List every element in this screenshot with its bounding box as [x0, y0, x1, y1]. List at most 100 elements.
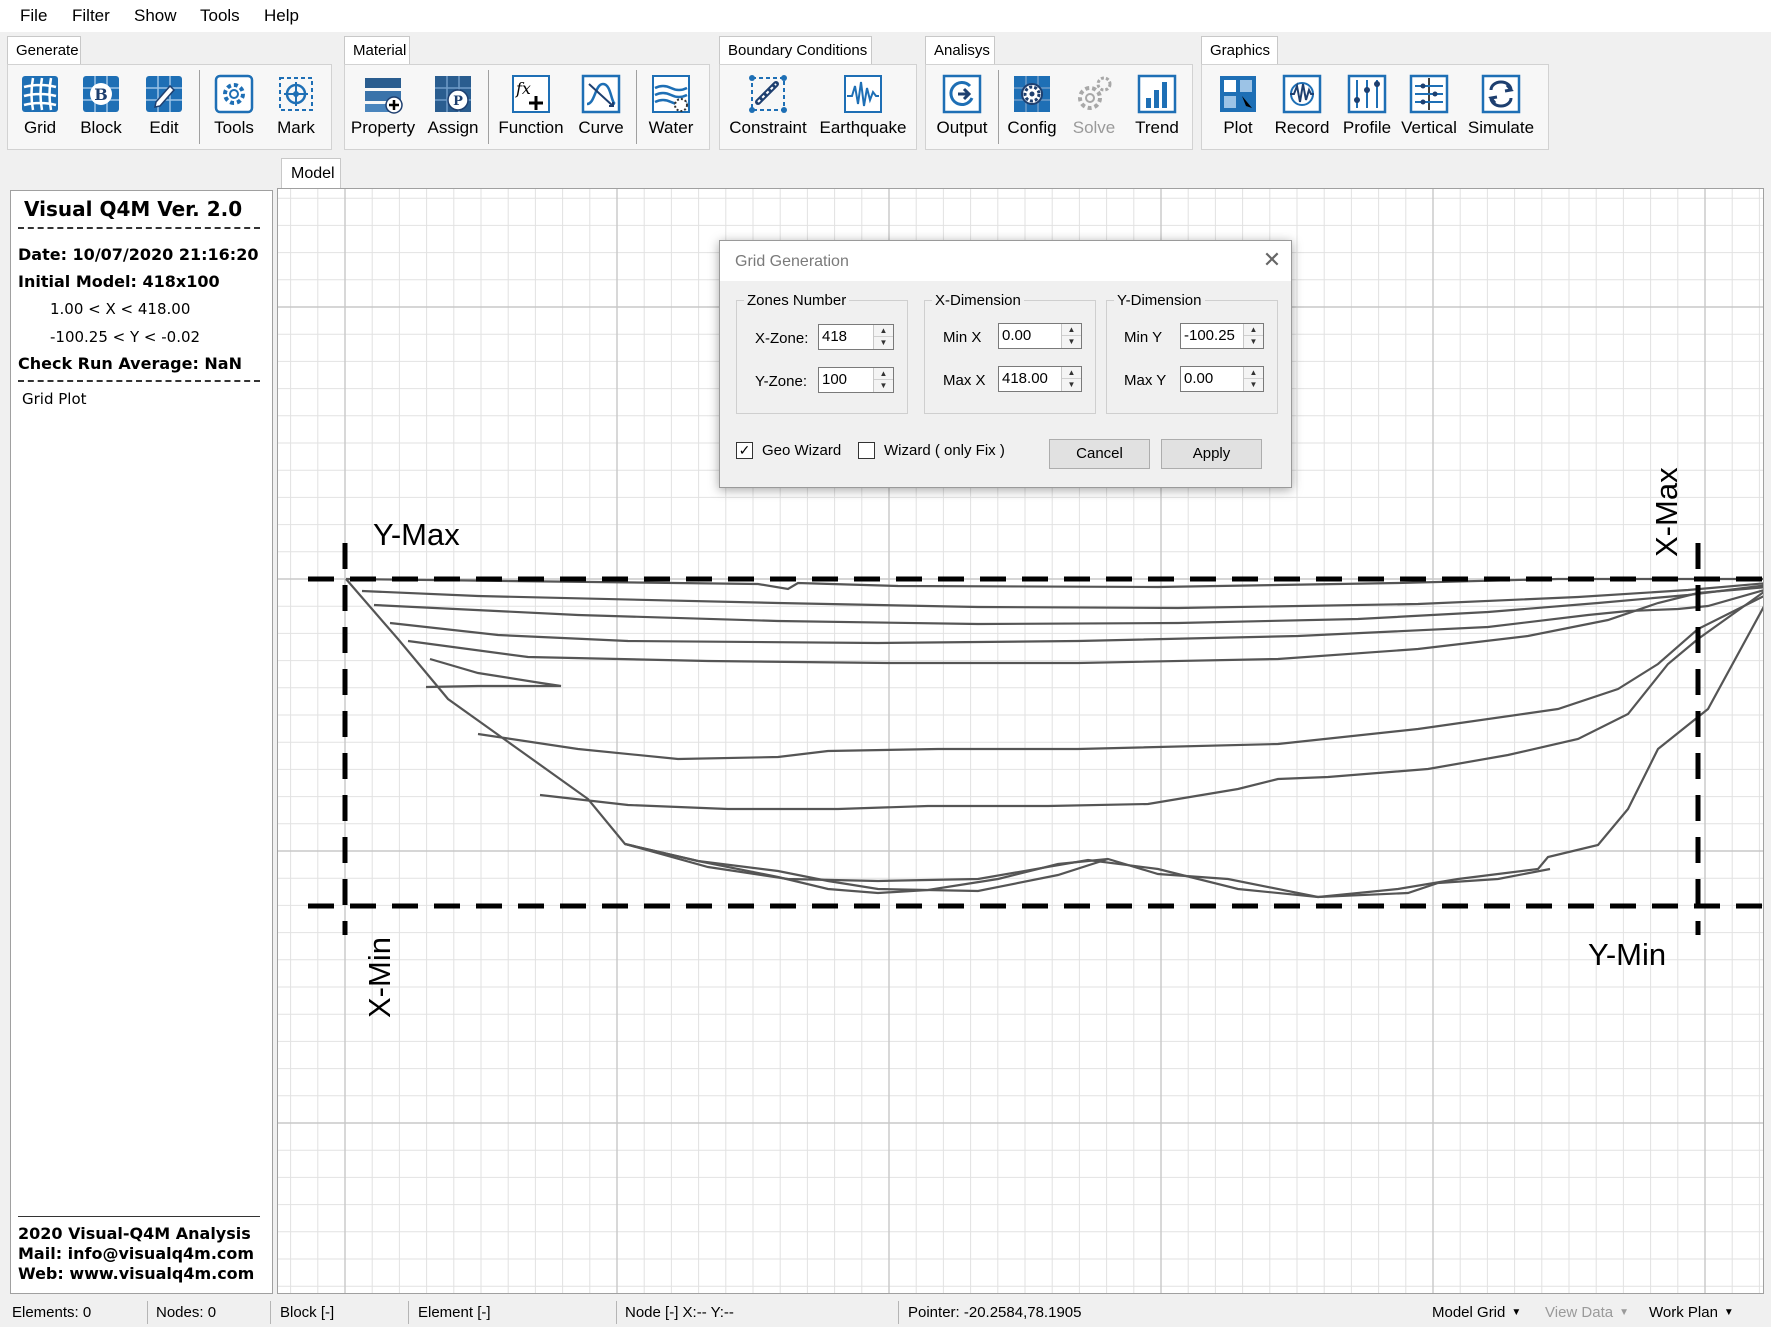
block-button[interactable]: B Block: [76, 74, 126, 144]
x-zone-spinner[interactable]: 418 ▲ ▼: [818, 324, 894, 350]
constraint-button[interactable]: Constraint: [728, 74, 808, 144]
zones-number-group: [736, 300, 908, 414]
tools-icon: [214, 74, 254, 114]
y-zone-spinner[interactable]: 100 ▲ ▼: [818, 367, 894, 393]
group-tab-graphics[interactable]: Graphics: [1201, 36, 1278, 64]
profile-button[interactable]: Profile: [1342, 74, 1392, 144]
trend-button[interactable]: Trend: [1134, 74, 1180, 144]
vertical-button-label: Vertical: [1401, 118, 1457, 137]
max-y-label: Max Y: [1124, 372, 1167, 389]
edit-button-label: Edit: [149, 118, 179, 137]
chevron-down-icon: ▼: [1723, 1307, 1734, 1318]
menu-filter[interactable]: Filter: [72, 6, 110, 26]
plot-button[interactable]: Plot: [1214, 74, 1262, 144]
menu-file[interactable]: File: [20, 6, 47, 26]
max-y-spinner[interactable]: 0.00 ▲ ▼: [1180, 366, 1264, 392]
spin-down-icon[interactable]: ▼: [874, 380, 893, 392]
tools-button[interactable]: Tools: [212, 74, 256, 144]
grid-button[interactable]: Grid: [16, 74, 64, 144]
min-y-label: Min Y: [1124, 329, 1163, 346]
spin-down-icon[interactable]: ▼: [1244, 379, 1263, 391]
x-zone-value[interactable]: 418: [822, 328, 847, 345]
divider: [18, 227, 260, 229]
work-plan-dropdown[interactable]: Work Plan ▼: [1649, 1304, 1734, 1321]
spin-down-icon[interactable]: ▼: [1062, 336, 1081, 348]
y-zone-value[interactable]: 100: [822, 371, 847, 388]
divider: [18, 380, 260, 382]
x-zone-label: X-Zone:: [755, 330, 809, 347]
profile-icon: [1347, 74, 1387, 114]
min-x-value[interactable]: 0.00: [1002, 327, 1031, 344]
max-x-spinner[interactable]: 418.00 ▲ ▼: [998, 366, 1082, 392]
simulate-icon: [1481, 74, 1521, 114]
group-tab-generate[interactable]: Generate: [7, 36, 81, 64]
model-grid-dropdown[interactable]: Model Grid ▼: [1432, 1304, 1521, 1321]
config-button[interactable]: Config: [1006, 74, 1058, 144]
menu-help[interactable]: Help: [264, 6, 299, 26]
y-zone-label: Y-Zone:: [755, 373, 807, 390]
apply-button[interactable]: Apply: [1161, 439, 1262, 469]
dialog-titlebar[interactable]: Grid Generation ✕: [720, 241, 1291, 281]
simulate-button[interactable]: Simulate: [1466, 74, 1536, 144]
wizard-only-fix-label[interactable]: Wizard ( only Fix ): [884, 442, 1005, 459]
solve-button[interactable]: Solve: [1071, 74, 1117, 144]
spin-up-icon[interactable]: ▲: [1062, 367, 1081, 379]
grid-icon: [20, 74, 60, 114]
spin-down-icon[interactable]: ▼: [1244, 336, 1263, 348]
property-button[interactable]: Property: [350, 74, 416, 144]
menu-tools[interactable]: Tools: [200, 6, 240, 26]
min-y-value[interactable]: -100.25: [1184, 327, 1235, 344]
min-y-spinner[interactable]: -100.25 ▲ ▼: [1180, 323, 1264, 349]
grid-button-label: Grid: [23, 118, 57, 137]
geo-wizard-label[interactable]: Geo Wizard: [762, 442, 841, 459]
spin-up-icon[interactable]: ▲: [874, 368, 893, 380]
block-button-label: Block: [80, 118, 122, 137]
view-data-dropdown[interactable]: View Data ▼: [1545, 1304, 1629, 1321]
layer-line: [624, 842, 1551, 899]
tab-model[interactable]: Model: [281, 158, 341, 188]
water-button[interactable]: Water: [645, 74, 697, 144]
lens-line: [425, 657, 562, 689]
spin-down-icon[interactable]: ▼: [874, 337, 893, 349]
output-button[interactable]: Output: [934, 74, 990, 144]
vertical-button[interactable]: Vertical: [1400, 74, 1458, 144]
work-plan-label: Work Plan: [1649, 1304, 1718, 1321]
vertical-icon: [1409, 74, 1449, 114]
earthquake-button-label: Earthquake: [819, 118, 907, 137]
spin-up-icon[interactable]: ▲: [1062, 324, 1081, 336]
group-tab-material[interactable]: Material: [344, 36, 410, 64]
geo-wizard-checkbox[interactable]: ✓: [736, 442, 753, 459]
spin-up-icon[interactable]: ▲: [874, 325, 893, 337]
close-icon[interactable]: ✕: [1260, 249, 1284, 273]
tools-button-label: Tools: [214, 118, 254, 137]
cancel-button[interactable]: Cancel: [1049, 439, 1150, 469]
spin-up-icon[interactable]: ▲: [1244, 324, 1263, 336]
dialog-title: Grid Generation: [735, 253, 849, 270]
mark-button[interactable]: Mark: [274, 74, 318, 144]
min-x-spinner[interactable]: 0.00 ▲ ▼: [998, 323, 1082, 349]
mark-button-label: Mark: [277, 118, 315, 137]
bedrock-line: [345, 578, 1109, 895]
max-x-label: Max X: [943, 372, 986, 389]
curve-button[interactable]: Curve: [577, 74, 625, 144]
max-y-value[interactable]: 0.00: [1184, 370, 1213, 387]
simulate-button-label: Simulate: [1467, 118, 1535, 137]
edit-button[interactable]: Edit: [142, 74, 186, 144]
record-button[interactable]: Record: [1274, 74, 1330, 144]
max-x-value[interactable]: 418.00: [1002, 370, 1048, 387]
menu-show[interactable]: Show: [134, 6, 177, 26]
info-panel: Visual Q4M Ver. 2.0 Date: 10/07/2020 21:…: [10, 190, 273, 1294]
group-tab-boundary-conditions[interactable]: Boundary Conditions: [719, 36, 872, 64]
grid-plot-label[interactable]: Grid Plot: [22, 390, 87, 408]
status-nodes: Nodes: 0: [156, 1304, 217, 1321]
spin-down-icon[interactable]: ▼: [1062, 379, 1081, 391]
function-button[interactable]: fx Function: [498, 74, 564, 144]
min-x-label: Min X: [943, 329, 982, 346]
group-tab-analisys[interactable]: Analisys: [925, 36, 995, 64]
wizard-only-fix-checkbox[interactable]: [858, 442, 875, 459]
divider: [18, 1216, 260, 1217]
constraint-icon: [748, 74, 788, 114]
earthquake-button[interactable]: Earthquake: [818, 74, 908, 144]
assign-button[interactable]: P Assign: [427, 74, 479, 144]
spin-up-icon[interactable]: ▲: [1244, 367, 1263, 379]
